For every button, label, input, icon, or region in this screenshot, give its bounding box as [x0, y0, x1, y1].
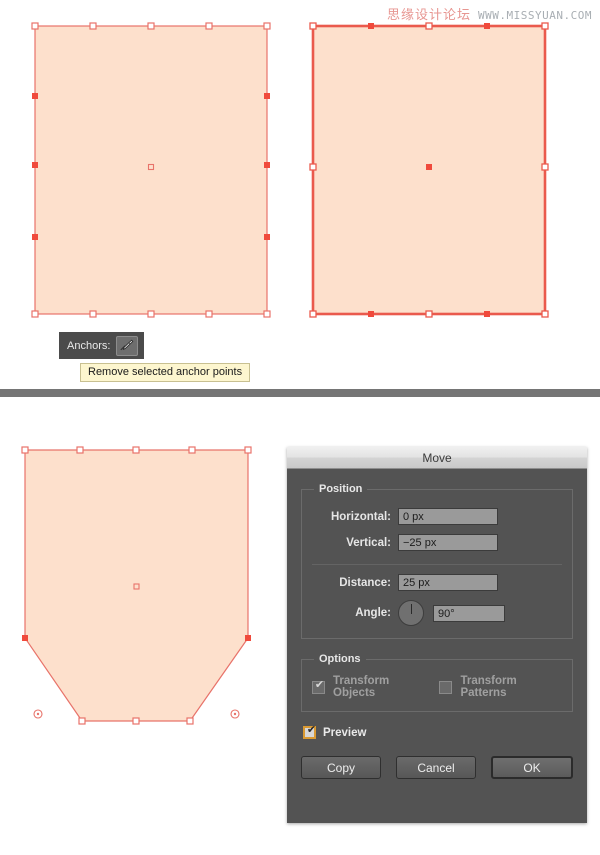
anchor-point-selected[interactable] — [245, 635, 251, 641]
shape-rectangle-left[interactable] — [31, 22, 271, 318]
position-group: Position Horizontal: 0 px Vertical: −25 … — [301, 483, 573, 639]
tooltip: Remove selected anchor points — [80, 363, 251, 382]
preview-checkbox[interactable] — [303, 724, 318, 739]
dialog-button-row: Copy Cancel OK — [301, 756, 573, 779]
anchor-point[interactable] — [263, 22, 271, 30]
position-group-legend: Position — [319, 483, 363, 495]
dialog-body: Position Horizontal: 0 px Vertical: −25 … — [287, 469, 587, 779]
anchor-point[interactable] — [309, 163, 317, 171]
dialog-titlebar[interactable]: Move — [287, 447, 587, 469]
anchor-point[interactable] — [132, 717, 140, 725]
copy-button[interactable]: Copy — [301, 756, 381, 779]
anchor-point-selected[interactable] — [32, 234, 38, 240]
anchors-control-chip: Anchors: — [59, 332, 145, 359]
removed-anchor-marker — [230, 709, 240, 719]
anchor-point-selected[interactable] — [32, 162, 38, 168]
anchor-point[interactable] — [31, 22, 39, 30]
anchor-point-selected[interactable] — [32, 93, 38, 99]
anchor-point[interactable] — [21, 446, 29, 454]
anchors-label: Anchors: — [67, 339, 111, 352]
anchor-point[interactable] — [541, 163, 549, 171]
anchor-point[interactable] — [89, 310, 97, 318]
distance-row: Distance: 25 px — [312, 574, 562, 591]
horizontal-label: Horizontal: — [330, 510, 391, 523]
anchor-point-selected[interactable] — [264, 93, 270, 99]
anchor-point[interactable] — [205, 22, 213, 30]
anchor-point[interactable] — [541, 22, 549, 30]
anchor-point[interactable] — [132, 446, 140, 454]
vertical-row: Vertical: −25 px — [312, 534, 562, 551]
remove-anchor-point-pen-icon — [120, 339, 134, 351]
vertical-input[interactable]: −25 px — [398, 534, 498, 551]
vertical-label: Vertical: — [346, 536, 391, 549]
removed-anchor-marker — [33, 709, 43, 719]
anchor-point[interactable] — [188, 446, 196, 454]
anchor-point[interactable] — [309, 22, 317, 30]
shape-rectangle-right[interactable] — [309, 22, 549, 318]
anchor-point[interactable] — [541, 310, 549, 318]
shape-polygon-chamfered[interactable] — [21, 446, 252, 725]
transform-objects-checkbox[interactable] — [312, 679, 326, 694]
dialog-title: Move — [422, 450, 452, 465]
anchor-point[interactable] — [425, 310, 433, 318]
options-row: Transform Objects Transform Patterns — [312, 675, 562, 699]
anchor-point[interactable] — [186, 717, 194, 725]
anchor-point[interactable] — [78, 717, 86, 725]
angle-input[interactable]: 90° — [433, 604, 505, 622]
transform-objects-label: Transform Objects — [333, 675, 390, 699]
distance-label: Distance: — [339, 576, 391, 589]
anchor-point[interactable] — [76, 446, 84, 454]
move-dialog: Move Position Horizontal: 0 px Vertical:… — [287, 447, 587, 823]
anchor-point-selected[interactable] — [484, 23, 490, 29]
transform-patterns-checkbox[interactable] — [439, 680, 453, 694]
anchor-point-selected[interactable] — [368, 23, 374, 29]
options-group-legend: Options — [319, 653, 361, 665]
angle-label: Angle: — [355, 607, 391, 619]
anchor-point[interactable] — [244, 446, 252, 454]
anchor-point[interactable] — [147, 22, 155, 30]
anchor-point[interactable] — [205, 310, 213, 318]
preview-label: Preview — [323, 726, 367, 739]
horizontal-row: Horizontal: 0 px — [312, 508, 562, 525]
horizontal-input[interactable]: 0 px — [398, 508, 498, 525]
ok-button[interactable]: OK — [491, 756, 573, 779]
anchor-point-selected[interactable] — [484, 311, 490, 317]
anchor-point-selected[interactable] — [264, 162, 270, 168]
anchor-point[interactable] — [31, 310, 39, 318]
anchor-point[interactable] — [309, 310, 317, 318]
anchor-point[interactable] — [263, 310, 271, 318]
section-divider — [0, 389, 600, 397]
angle-dial[interactable] — [398, 600, 424, 626]
anchor-point[interactable] — [147, 310, 155, 318]
anchor-point-selected[interactable] — [264, 234, 270, 240]
anchor-point[interactable] — [425, 22, 433, 30]
preview-row: Preview — [303, 724, 573, 739]
options-group: Options Transform Objects Transform Patt… — [301, 653, 573, 712]
transform-patterns-label: Transform Patterns — [460, 675, 517, 699]
center-point-marker — [426, 164, 432, 170]
remove-anchor-point-button[interactable] — [116, 335, 139, 356]
angle-row: Angle: 90° — [312, 600, 562, 626]
distance-input[interactable]: 25 px — [398, 574, 498, 591]
anchor-point-selected[interactable] — [22, 635, 28, 641]
anchor-point[interactable] — [89, 22, 97, 30]
anchor-point-selected[interactable] — [368, 311, 374, 317]
group-inner-rule — [312, 564, 562, 565]
cancel-button[interactable]: Cancel — [396, 756, 476, 779]
